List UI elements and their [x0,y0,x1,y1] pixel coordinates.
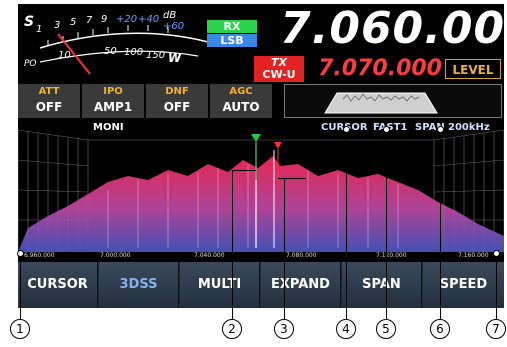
scope-thumbnail-graphic [324,92,438,114]
svg-text:5: 5 [70,17,76,28]
callout-line-2 [232,170,234,319]
spectrum-scope[interactable]: MONI CURSOR FAST1 SPAN 200kHz [18,120,504,254]
callout-dot-4 [343,126,350,133]
att-button[interactable]: ATT OFF [18,84,81,118]
callout-dot-6 [437,126,444,133]
main-frequency[interactable]: 7.060.000 [280,6,504,52]
callout-line-1 [20,254,22,319]
sideband-badge: LSB [207,34,257,47]
callout-dot-1 [17,250,24,257]
svg-text:9: 9 [101,14,107,25]
axis-tick: 7.000.000 [100,252,131,259]
callout-1: 1 [10,319,30,339]
softkey-speed[interactable]: SPEED [423,262,504,308]
axis-tick: 7.040.000 [194,252,225,259]
sub-frequency[interactable]: 7.070.000 [314,56,442,82]
speed-status: FAST1 [373,122,408,133]
svg-text:1: 1 [36,24,42,35]
func-value: AMP1 [93,100,133,114]
rx-badge: RX [207,20,257,33]
softkey-span[interactable]: SPAN [342,262,422,308]
svg-text:50: 50 [104,46,117,57]
agc-button[interactable]: AGC AUTO [210,84,273,118]
func-value: AUTO [222,100,260,114]
softkey-3dss[interactable]: 3DSS [99,262,179,308]
callout-line-6 [440,130,442,319]
callout-line-3h [278,178,306,180]
callout-7: 7 [486,319,506,339]
callout-6: 6 [430,319,450,339]
scope-thumbnail[interactable] [284,84,502,118]
axis-tick: 6.960.000 [24,252,55,259]
svg-text:10: 10 [58,50,71,61]
svg-text:+60: +60 [163,21,184,32]
svg-text:7: 7 [86,15,93,26]
svg-text:dB: dB [163,10,176,21]
callout-line-5 [386,130,388,319]
s-meter: S 1 3 5 7 9 +20 +40 dB +60 PO 10 50 100 … [18,4,276,82]
callout-4: 4 [336,319,356,339]
callout-line-7 [496,254,498,319]
func-value: OFF [163,100,191,114]
frequency-axis: 6.960.000 7.000.000 7.040.000 7.080.000 … [18,252,504,262]
softkey-expand[interactable]: EXPAND [261,262,341,308]
func-name: IPO [103,86,123,97]
s-label: S [24,14,34,30]
svg-text:+40: +40 [138,14,159,25]
span-value: 200kHz [448,122,490,133]
callout-dot-5 [383,126,390,133]
moni-label: MONI [93,122,124,133]
svg-text:150: 150 [146,50,165,61]
callout-line-3 [284,178,286,319]
function-row: ATT OFF IPO AMP1 DNF OFF AGC AUTO [18,84,276,120]
ipo-button[interactable]: IPO AMP1 [82,84,145,118]
tx-indicator: TX CW-U [254,56,304,82]
callout-2: 2 [222,319,242,339]
svg-text:3: 3 [54,20,60,31]
func-name: DNF [165,86,189,97]
callout-3: 3 [274,319,294,339]
svg-text:+20: +20 [116,14,137,25]
func-value: OFF [35,100,63,114]
level-button[interactable]: LEVEL [445,59,501,79]
axis-tick: 7.160.000 [458,252,489,259]
mode-box: RX LSB [207,20,257,48]
softkey-multi[interactable]: MULTI [180,262,260,308]
callout-line-2h [232,170,256,172]
radio-display: S 1 3 5 7 9 +20 +40 dB +60 PO 10 50 100 … [18,4,504,308]
tx-mode-label: CW-U [262,68,296,81]
func-name: AGC [229,86,253,97]
func-name: ATT [38,86,60,97]
svg-text:100: 100 [124,47,143,58]
callout-dot-7 [493,250,500,257]
spectrum-graphic [18,129,504,253]
callout-5: 5 [376,319,396,339]
svg-text:PO: PO [24,59,37,69]
callout-line-4 [346,130,348,319]
softkey-bar: CURSOR 3DSS MULTI EXPAND SPAN SPEED [18,262,504,308]
softkey-cursor[interactable]: CURSOR [18,262,98,308]
axis-tick: 7.120.000 [376,252,407,259]
svg-text:W: W [168,51,182,65]
axis-tick: 7.080.000 [286,252,317,259]
dnf-button[interactable]: DNF OFF [146,84,209,118]
